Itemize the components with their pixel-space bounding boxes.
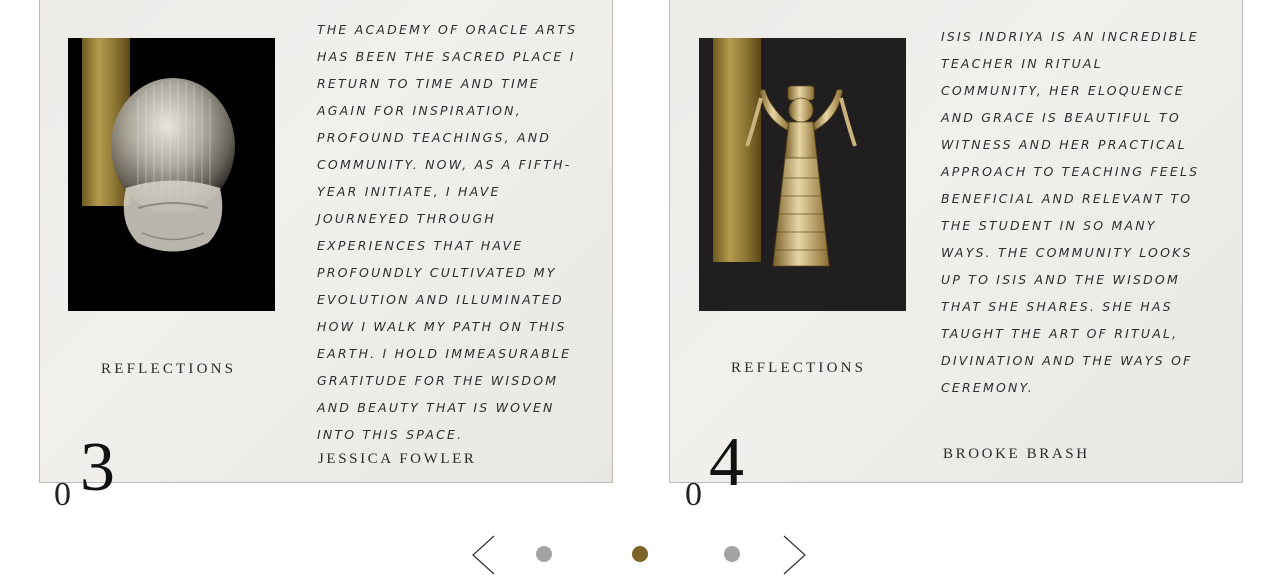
testimonial-image (699, 38, 906, 311)
section-label: REFLECTIONS (731, 360, 867, 376)
snake-goddess-figurine-icon (745, 85, 857, 267)
crystal-scarab-icon (111, 78, 235, 252)
carousel-dot[interactable] (724, 546, 740, 562)
testimonial-author: JESSICA FOWLER (318, 451, 477, 467)
testimonial-quote: The Academy of Oracle Arts has been the … (317, 22, 578, 442)
slide-index-prefix: 0 (54, 476, 71, 513)
section-label: REFLECTIONS (101, 361, 237, 377)
testimonial-image (68, 38, 275, 311)
testimonial-quote: Isis Indriya is an incredible teacher in… (941, 29, 1200, 395)
slide-index-digit: 3 (80, 429, 115, 506)
slide-index-prefix: 0 (685, 476, 702, 513)
testimonial-author: BROOKE BRASH (943, 446, 1090, 462)
chevron-left-icon[interactable] (470, 535, 496, 580)
chevron-right-icon[interactable] (782, 535, 808, 580)
testimonial-card: REFLECTIONS Isis Indriya is an incredibl… (669, 0, 1243, 483)
slide-index-digit: 4 (709, 424, 744, 501)
testimonial-card: REFLECTIONS The Academy of Oracle Arts h… (39, 0, 613, 483)
carousel-dot-active[interactable] (632, 546, 648, 562)
carousel-dot[interactable] (536, 546, 552, 562)
